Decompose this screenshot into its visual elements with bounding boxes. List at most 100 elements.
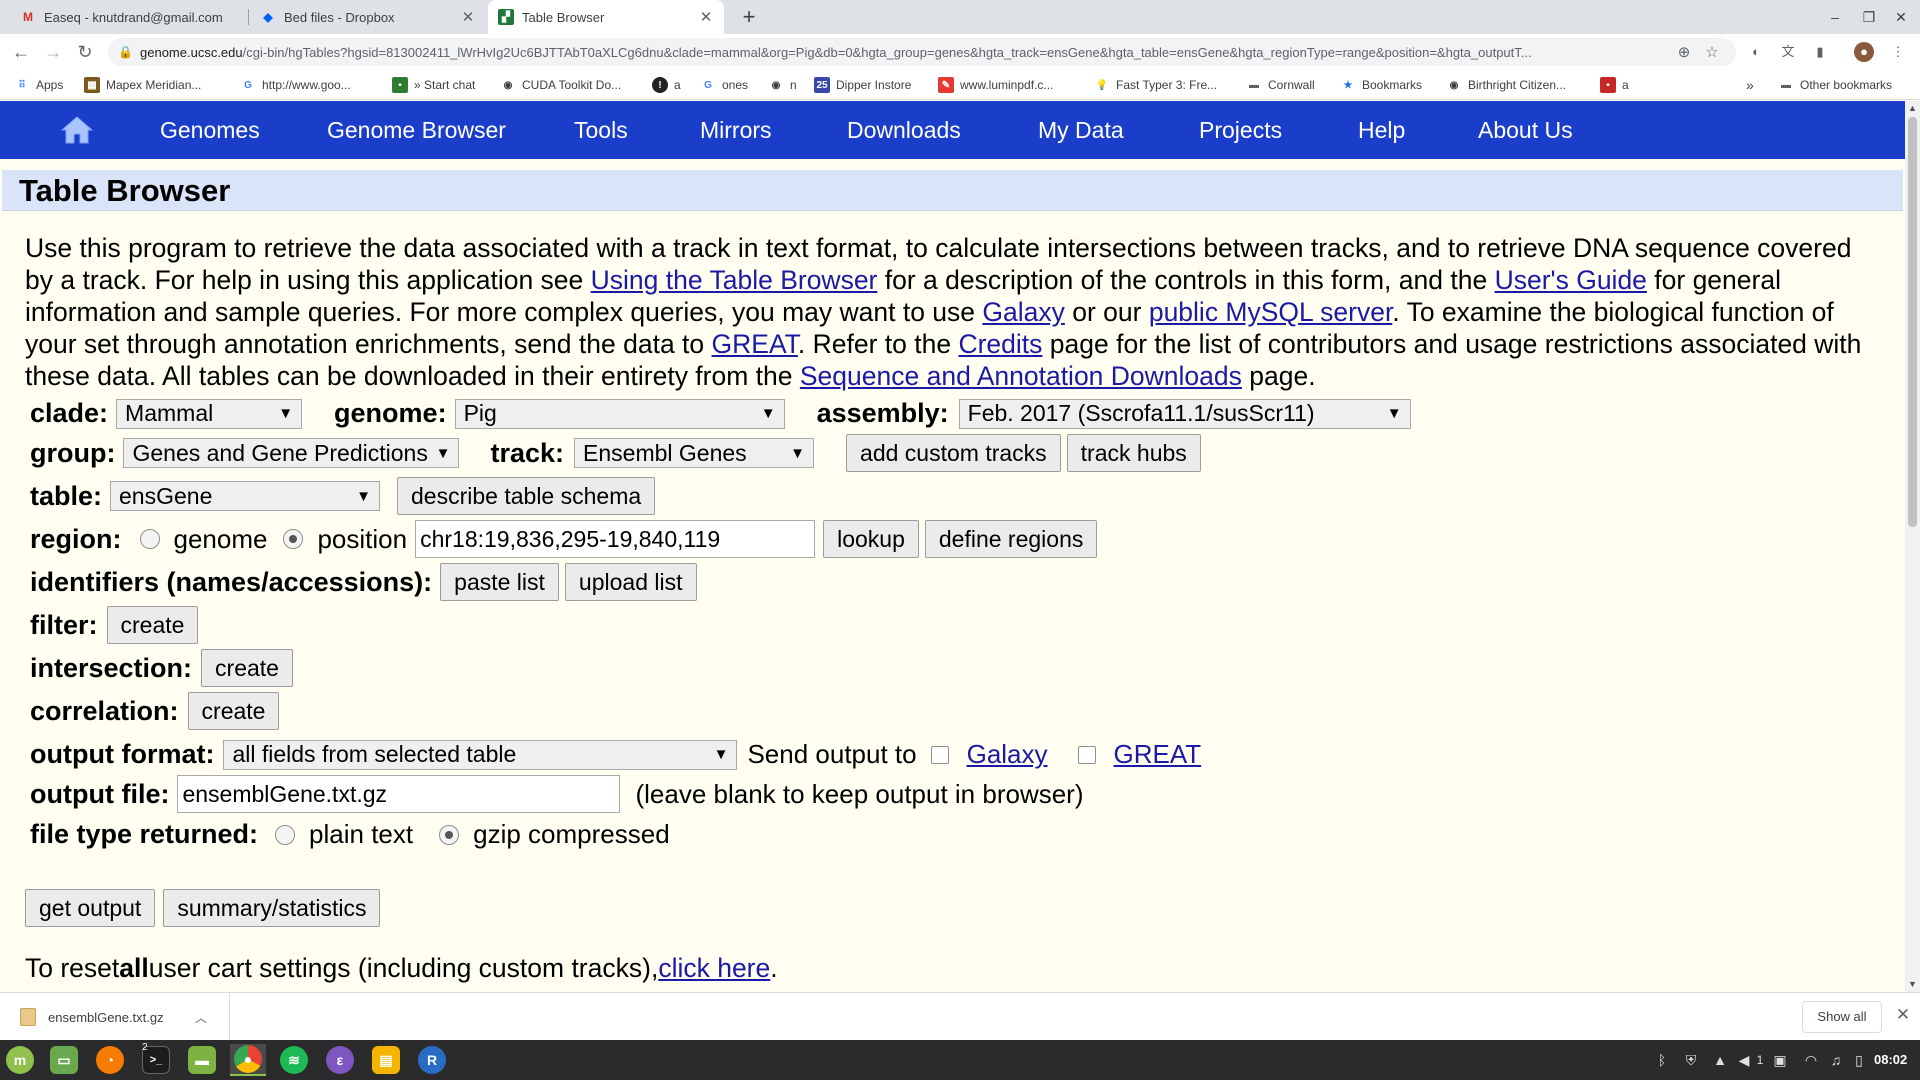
- scroll-down-arrow-icon[interactable]: ▼: [1905, 977, 1920, 992]
- genome-select[interactable]: Pig ▼: [454, 398, 785, 429]
- describe-table-schema-button[interactable]: describe table schema: [397, 477, 656, 515]
- device-icon[interactable]: ▣: [1770, 1040, 1790, 1080]
- bookmark-item[interactable]: ▬ Cornwall: [1246, 70, 1315, 100]
- reset-click-here-link[interactable]: click here: [658, 953, 770, 984]
- bookmark-star-icon[interactable]: ☆: [1698, 43, 1726, 61]
- shield-icon[interactable]: ⛨: [1680, 1040, 1702, 1080]
- summary-statistics-button[interactable]: summary/statistics: [163, 889, 381, 927]
- nav-downloads[interactable]: Downloads: [847, 101, 961, 159]
- nav-genome-browser[interactable]: Genome Browser: [327, 101, 506, 159]
- correlation-create-button[interactable]: create: [187, 692, 280, 730]
- taskbar-app[interactable]: ≋: [276, 1044, 312, 1076]
- add-custom-tracks-button[interactable]: add custom tracks: [846, 434, 1061, 472]
- bookmark-item[interactable]: ✎ www.luminpdf.c...: [938, 70, 1053, 100]
- bookmarks-overflow[interactable]: »: [1746, 70, 1754, 100]
- url-text[interactable]: genome.ucsc.edu/cgi-bin/hgTables?hgsid=8…: [140, 45, 1670, 60]
- region-position-radio[interactable]: [283, 529, 304, 549]
- nav-mirrors[interactable]: Mirrors: [700, 101, 772, 159]
- bookmark-item[interactable]: 25 Dipper Instore: [814, 70, 911, 100]
- bookmark-item[interactable]: ⠿ Apps: [14, 70, 63, 100]
- translate-extension-icon[interactable]: 文: [1778, 42, 1798, 62]
- link-great[interactable]: GREAT: [712, 329, 798, 359]
- reload-button[interactable]: ↻: [72, 39, 98, 65]
- taskbar-app[interactable]: ▤: [368, 1044, 404, 1076]
- home-icon[interactable]: [60, 115, 94, 145]
- chevron-up-icon[interactable]: ︿: [195, 1009, 215, 1026]
- track-select[interactable]: Ensembl Genes ▼: [574, 438, 815, 468]
- tab-gmail[interactable]: M Easeq - knutdrand@gmail.com: [10, 0, 250, 34]
- assembly-select[interactable]: Feb. 2017 (Sscrofa11.1/susScr11) ▼: [958, 398, 1411, 429]
- taskbar-app[interactable]: ▭: [46, 1044, 82, 1076]
- bookmark-item[interactable]: ! a: [652, 70, 681, 100]
- close-icon[interactable]: ✕: [460, 8, 476, 26]
- address-bar[interactable]: 🔒 genome.ucsc.edu/cgi-bin/hgTables?hgsid…: [108, 38, 1736, 66]
- group-select[interactable]: Genes and Gene Predictions ▼: [123, 438, 460, 468]
- bookmark-item[interactable]: Gones: [700, 70, 748, 100]
- extension-icon[interactable]: ▮: [1810, 42, 1830, 62]
- track-hubs-button[interactable]: track hubs: [1066, 434, 1201, 472]
- download-item[interactable]: ensemblGene.txt.gz ︿: [0, 993, 230, 1041]
- extension-icon[interactable]: ◐: [1746, 42, 1766, 62]
- lookup-button[interactable]: lookup: [823, 520, 919, 558]
- taskbar-app[interactable]: ●: [230, 1044, 266, 1076]
- send-galaxy-link[interactable]: Galaxy: [967, 739, 1048, 770]
- scrollbar-thumb[interactable]: [1908, 117, 1917, 527]
- region-genome-radio[interactable]: [139, 529, 160, 549]
- page-scrollbar[interactable]: ▲ ▼: [1905, 101, 1920, 992]
- battery-icon[interactable]: ▯: [1850, 1040, 1868, 1080]
- nav-projects[interactable]: Projects: [1199, 101, 1282, 159]
- music-icon[interactable]: ♫: [1826, 1040, 1846, 1080]
- file-type-gzip-radio[interactable]: [439, 824, 460, 845]
- wifi-icon[interactable]: ◠: [1800, 1040, 1822, 1080]
- upload-list-button[interactable]: upload list: [564, 563, 697, 601]
- taskbar-app[interactable]: ε: [322, 1044, 358, 1076]
- forward-button[interactable]: →: [40, 39, 66, 65]
- bookmark-item[interactable]: ★ Bookmarks: [1340, 70, 1423, 100]
- nav-tools[interactable]: Tools: [574, 101, 628, 159]
- link-downloads[interactable]: Sequence and Annotation Downloads: [800, 361, 1242, 391]
- nav-my-data[interactable]: My Data: [1038, 101, 1124, 159]
- link-using-table-browser[interactable]: Using the Table Browser: [591, 265, 878, 295]
- bluetooth-icon[interactable]: ᛒ: [1652, 1040, 1672, 1080]
- nav-about-us[interactable]: About Us: [1478, 101, 1573, 159]
- warning-icon[interactable]: ▲: [1710, 1040, 1730, 1080]
- bookmark-item[interactable]: ◉ Birthright Citizen...: [1446, 70, 1566, 100]
- bookmark-item[interactable]: ◉ CUDA Toolkit Do...: [500, 70, 622, 100]
- link-galaxy[interactable]: Galaxy: [982, 297, 1064, 327]
- bookmark-item[interactable]: Ghttp://www.goo...: [240, 70, 351, 100]
- back-button[interactable]: ←: [8, 39, 34, 65]
- start-menu-button[interactable]: m: [2, 1044, 38, 1076]
- link-credits[interactable]: Credits: [958, 329, 1042, 359]
- bookmark-item[interactable]: ▪» Start chat: [392, 70, 475, 100]
- minimize-button[interactable]: –: [1820, 0, 1850, 34]
- bookmark-item[interactable]: 💡 Fast Typer 3: Fre...: [1094, 70, 1217, 100]
- intersection-create-button[interactable]: create: [201, 649, 293, 687]
- output-file-input[interactable]: ensemblGene.txt.gz: [177, 775, 621, 813]
- taskbar-app[interactable]: R: [414, 1044, 450, 1076]
- profile-avatar[interactable]: ●: [1854, 42, 1874, 62]
- file-type-plain-radio[interactable]: [275, 824, 296, 845]
- bookmark-item[interactable]: ▦ Mapex Meridian...: [84, 70, 201, 100]
- clade-select[interactable]: Mammal ▼: [116, 398, 303, 429]
- position-input[interactable]: chr18:19,836,295-19,840,119: [415, 520, 816, 558]
- bookmark-item[interactable]: ▪ a: [1600, 70, 1629, 100]
- tab-table-browser[interactable]: ▞ Table Browser ✕: [488, 0, 724, 34]
- zoom-icon[interactable]: ⊕: [1670, 43, 1698, 61]
- send-great-link[interactable]: GREAT: [1114, 739, 1202, 770]
- window-close-button[interactable]: ✕: [1886, 0, 1916, 34]
- send-great-checkbox[interactable]: [1077, 745, 1096, 764]
- bookmark-item[interactable]: ◉ n: [768, 70, 797, 100]
- output-format-select[interactable]: all fields from selected table ▼: [223, 739, 738, 770]
- send-galaxy-checkbox[interactable]: [930, 745, 949, 764]
- paste-list-button[interactable]: paste list: [440, 563, 559, 601]
- notification-icon[interactable]: ◀: [1734, 1040, 1754, 1080]
- other-bookmarks[interactable]: ▬ Other bookmarks: [1778, 70, 1892, 100]
- table-select[interactable]: ensGene ▼: [110, 481, 381, 511]
- clock[interactable]: 08:02: [1874, 1040, 1907, 1080]
- filter-create-button[interactable]: create: [106, 606, 199, 644]
- link-public-mysql[interactable]: public MySQL server: [1149, 297, 1393, 327]
- scroll-up-arrow-icon[interactable]: ▲: [1905, 101, 1920, 116]
- show-all-downloads-button[interactable]: Show all: [1802, 1001, 1882, 1033]
- close-icon[interactable]: ✕: [698, 8, 714, 26]
- tab-dropbox[interactable]: ◆ Bed files - Dropbox ✕: [250, 0, 486, 34]
